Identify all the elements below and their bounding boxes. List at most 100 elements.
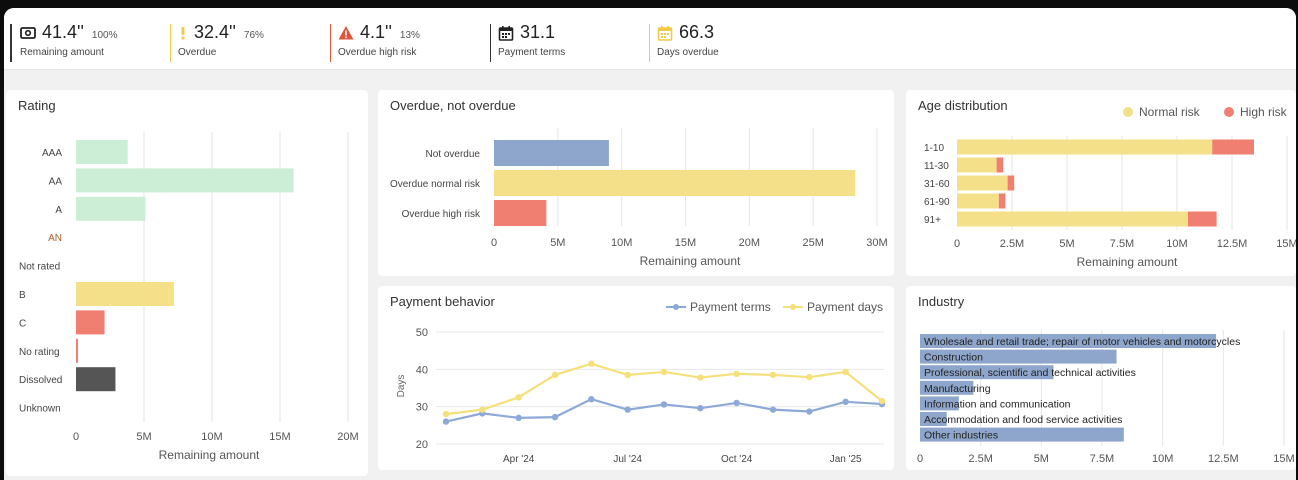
industry-label: Construction — [924, 352, 983, 364]
x-tick-label: 12.5M — [1217, 238, 1248, 250]
kpi-value: 4.1'' — [360, 22, 392, 42]
rating-bar — [76, 196, 146, 221]
rating-bar — [76, 310, 105, 335]
cash-icon — [20, 27, 36, 39]
industry-label: Information and communication — [924, 398, 1071, 410]
kpi-label: Remaining amount — [20, 47, 104, 58]
rating-bar — [76, 367, 116, 392]
x-tick-label: 25M — [802, 237, 823, 249]
x-tick-label: Oct '24 — [721, 454, 753, 465]
y-axis-title: Days — [396, 375, 407, 398]
normal-risk-bar — [957, 211, 1188, 227]
x-tick-label: 30M — [866, 237, 887, 249]
dashboard: 41.4'' 100% Remaining amount 32.4'' 76% … — [4, 8, 1296, 480]
payment-terms-point — [806, 408, 813, 415]
industry-panel: Industry 0 2.5M 5M 7.5M 10M 12.5M 15M Wholesale… — [906, 286, 1296, 470]
kpi-label: Payment terms — [498, 47, 566, 58]
x-tick-label: 0 — [491, 237, 497, 249]
payment-days-point — [660, 368, 668, 376]
x-axis-title: Remaining amount — [640, 254, 741, 268]
y-category-label: A — [55, 205, 62, 216]
warning-icon — [338, 26, 354, 40]
normal-risk-bar — [957, 193, 999, 209]
rating-bar — [76, 282, 174, 306]
payment-terms-point — [442, 418, 450, 425]
high-risk-bar — [1007, 175, 1015, 191]
payment-days-point — [733, 370, 740, 378]
y-tick-label: 30 — [416, 402, 428, 414]
normal-risk-bar — [957, 157, 997, 173]
payment-days-point — [551, 371, 559, 379]
industry-label: Manufacturing — [924, 383, 991, 395]
y-tick-label: 40 — [416, 364, 428, 376]
kpi-separator — [330, 24, 331, 62]
age-panel: Age distribution Normal risk High risk 0… — [906, 90, 1296, 276]
y-category-label: No rating — [19, 347, 60, 358]
overdue-bar — [494, 140, 609, 166]
kpi-remaining-amount[interactable]: 41.4'' 100% Remaining amount — [14, 22, 117, 62]
payment-days-point — [479, 406, 486, 413]
kpi-separator — [490, 24, 491, 62]
y-category-label: Overdue high risk — [402, 209, 481, 220]
payment-days-point — [442, 410, 450, 418]
exclamation-icon — [181, 27, 185, 40]
industry-label: Other industries — [924, 430, 998, 442]
normal-risk-bar — [957, 139, 1213, 155]
high-risk-bar — [996, 157, 1004, 173]
overdue-bar — [494, 170, 856, 196]
x-tick-label: 0 — [73, 431, 79, 443]
y-category-label: Not overdue — [426, 149, 481, 160]
payment-terms-point — [733, 399, 740, 407]
y-tick-label: 50 — [416, 327, 428, 339]
y-category-label: Unknown — [19, 404, 61, 415]
x-tick-label: 7.5M — [1110, 238, 1134, 250]
kpi-label: Overdue high risk — [338, 47, 417, 58]
x-tick-label: 12.5M — [1208, 453, 1239, 465]
payment-days-point — [769, 371, 777, 379]
kpi-separator — [170, 24, 171, 62]
kpi-separator — [10, 24, 12, 62]
y-category-label: AN — [48, 233, 62, 244]
kpi-value: 31.1 — [520, 22, 556, 42]
x-tick-label: 0 — [954, 238, 960, 250]
payment-panel: Payment behavior Payment terms Payment d… — [378, 286, 894, 470]
age-chart: 0 2.5M 5M 7.5M 10M 12.5M 15M 1-10 11-30 31-60 61-9… — [924, 136, 1296, 269]
kpi-days-overdue[interactable]: 66.3 Days overdue — [651, 22, 719, 62]
industry-chart: 0 2.5M 5M 7.5M 10M 12.5M 15M Wholesale and reta… — [917, 330, 1295, 465]
industry-label: Professional, scientific and technical a… — [924, 367, 1136, 379]
normal-risk-bar — [957, 175, 1008, 191]
overdue-panel: Overdue, not overdue 0 5M 10M 15M 20M 25M 30M N… — [378, 90, 894, 276]
y-tick-label: 20 — [416, 439, 428, 451]
y-category-label: AA — [49, 176, 63, 187]
kpi-separator — [649, 24, 650, 62]
calendar-icon — [498, 26, 514, 41]
payment-days-point — [697, 374, 704, 381]
industry-label: Accommodation and food service activitie… — [924, 414, 1122, 426]
x-tick-label: 15M — [675, 237, 696, 249]
y-category-label: Dissolved — [19, 375, 62, 386]
x-tick-label: 15M — [1273, 453, 1294, 465]
payment-terms-point — [624, 406, 631, 413]
kpi-payment-terms[interactable]: 31.1 Payment terms — [492, 22, 565, 62]
kpi-overdue-high-risk[interactable]: 4.1'' 13% Overdue high risk — [332, 22, 420, 62]
rating-bar — [76, 140, 128, 164]
kpi-overdue[interactable]: 32.4'' 76% Overdue — [172, 22, 264, 62]
x-tick-label: 10M — [201, 431, 222, 443]
x-tick-label: 0 — [917, 453, 923, 465]
payment-days-point — [515, 394, 522, 401]
high-risk-bar — [1212, 139, 1254, 155]
payment-terms-point — [588, 396, 595, 403]
kpi-value: 41.4'' — [42, 22, 84, 42]
kpi-bar: 41.4'' 100% Remaining amount 32.4'' 76% … — [4, 8, 1296, 70]
x-tick-label: Jul '24 — [613, 454, 642, 465]
rating-bar — [76, 338, 79, 363]
high-risk-bar — [998, 193, 1006, 209]
x-tick-label: 10M — [1166, 238, 1187, 250]
payment-terms-point — [515, 414, 522, 422]
x-tick-label: 15M — [269, 431, 290, 443]
overdue-bar — [494, 200, 547, 226]
kpi-percent: 13% — [399, 30, 420, 41]
y-category-label: 1-10 — [924, 143, 944, 154]
y-category-label: B — [19, 290, 26, 301]
payment-terms-point — [769, 406, 777, 413]
